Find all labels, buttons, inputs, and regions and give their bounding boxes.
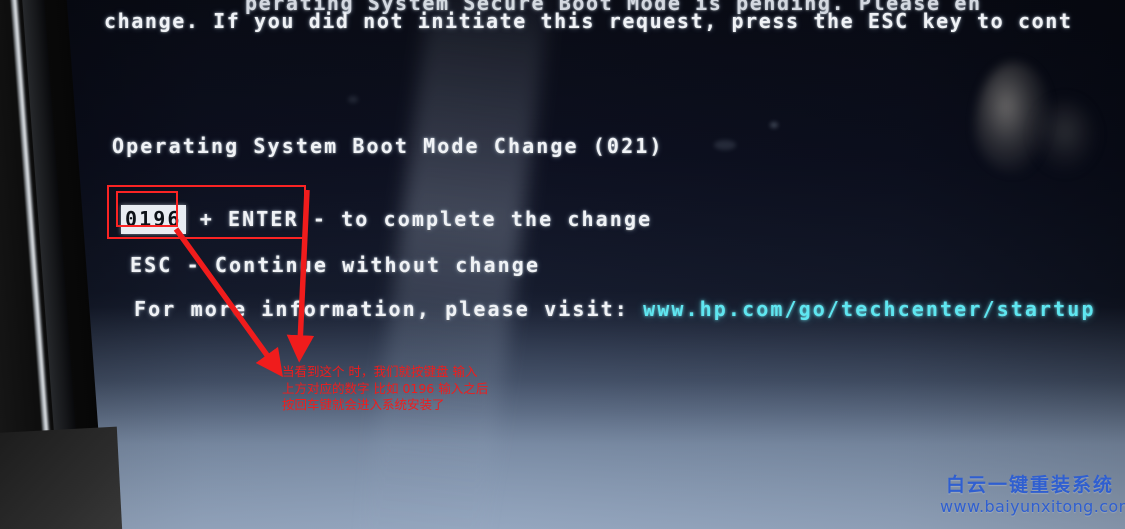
annotation-note-line-2: 上方对应的数字 比如 0196 输入之后 bbox=[282, 380, 489, 396]
screen-speck bbox=[714, 140, 736, 150]
bios-more-info-label: For more information, please visit: bbox=[134, 297, 644, 321]
screen-speck bbox=[770, 122, 778, 128]
screen-speck bbox=[348, 96, 358, 103]
bios-dialog-title: Operating System Boot Mode Change (021) bbox=[112, 134, 664, 158]
bios-more-info-line: For more information, please visit: www.… bbox=[134, 297, 1096, 321]
annotation-note-line-3: 按回车键就会进入系统安装了 bbox=[282, 397, 445, 412]
bios-screen-photo: perating System Secure Boot Mode is pend… bbox=[0, 0, 1125, 529]
watermark-url: www.baiyunxitong.com bbox=[940, 497, 1125, 516]
desk-surface bbox=[0, 426, 124, 529]
site-watermark: 白云一键重装系统 www.baiyunxitong.com bbox=[940, 474, 1125, 517]
bios-wrapped-message-line: change. If you did not initiate this req… bbox=[104, 9, 1073, 33]
screen-reflection-blob-secondary bbox=[1035, 100, 1095, 170]
annotation-note-line-1: 当看到这个 时，我们就按键盘 输入 bbox=[282, 364, 478, 379]
watermark-brand-name: 白云一键重装系统 bbox=[945, 474, 1114, 496]
annotation-note: 当看到这个 时，我们就按键盘 输入 上方对应的数字 比如 0196 输入之后 按… bbox=[282, 364, 488, 414]
bios-support-url[interactable]: www.hp.com/go/techcenter/startup bbox=[643, 297, 1096, 321]
annotation-rect-code bbox=[116, 191, 178, 227]
bios-esc-instruction: ESC - Continue without change bbox=[130, 253, 541, 277]
